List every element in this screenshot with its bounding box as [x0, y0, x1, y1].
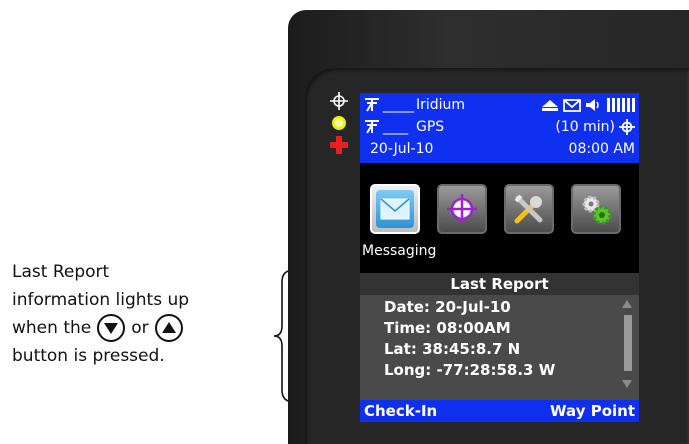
- softkey-bar: Check-In Way Point: [360, 400, 639, 422]
- upload-icon: [542, 100, 558, 111]
- crosshair-indicator-icon: [330, 92, 348, 110]
- tools-button[interactable]: [504, 184, 554, 234]
- speaker-icon: [586, 99, 599, 111]
- annotation-text: Last Report information lights up when t…: [12, 258, 272, 370]
- annotation-line-4: button is pressed.: [12, 346, 165, 366]
- status-time: 08:00 AM: [568, 141, 635, 157]
- antenna-iridium-icon: [365, 98, 379, 112]
- iridium-signal-dashes: _____: [383, 97, 414, 113]
- messaging-button[interactable]: [370, 184, 420, 234]
- last-report-panel: Date: 20-Jul-10 Time: 08:00AM Lat: 38:45…: [360, 295, 639, 400]
- side-indicators: [330, 92, 350, 158]
- mail-icon: [563, 98, 581, 112]
- status-bar: _____ Iridium ____ GPS (10 min) 20-Jul-1…: [360, 93, 639, 163]
- tracking-crosshair-icon: [619, 119, 635, 135]
- settings-button[interactable]: [571, 184, 621, 234]
- report-time: Time: 08:00AM: [384, 319, 511, 337]
- envelope-icon: [380, 198, 410, 220]
- annotation-line-3: when the or: [12, 314, 272, 342]
- annotation-line-2: information lights up: [12, 290, 190, 310]
- status-row-iridium: _____ Iridium: [364, 95, 635, 115]
- report-date: Date: 20-Jul-10: [384, 298, 511, 316]
- annotation-or: or: [131, 318, 149, 338]
- down-arrow-button-icon: [97, 314, 126, 342]
- app-icon-row: [370, 184, 634, 236]
- report-long: Long: -77:28:58.3 W: [384, 361, 556, 379]
- tracking-interval: (10 min): [555, 119, 615, 135]
- annotation-line-1: Last Report: [12, 262, 110, 282]
- power-led-icon: [332, 116, 346, 130]
- check-in-softkey[interactable]: Check-In: [364, 400, 437, 422]
- last-report-title: Last Report: [360, 273, 639, 295]
- scroll-thumb[interactable]: [624, 315, 632, 371]
- iridium-label: Iridium: [416, 97, 466, 113]
- scroll-up-arrow-icon[interactable]: [621, 299, 633, 309]
- status-row-gps: ____ GPS (10 min): [364, 117, 635, 137]
- report-scrollbar[interactable]: [620, 299, 634, 393]
- report-lat: Lat: 38:45:8.7 N: [384, 340, 521, 358]
- gps-signal-dashes: ____: [383, 119, 408, 135]
- gears-icon: [582, 195, 612, 225]
- battery-bars-icon: [607, 98, 635, 112]
- scroll-down-arrow-icon[interactable]: [621, 379, 633, 389]
- annotation-when-the: when the: [12, 318, 92, 338]
- tools-icon: [514, 194, 543, 224]
- crosshair-icon: [447, 194, 477, 224]
- sos-cross-icon: [330, 136, 348, 154]
- status-row-datetime: 20-Jul-10 08:00 AM: [364, 139, 635, 159]
- selected-app-label: Messaging: [362, 243, 437, 259]
- gps-label: GPS: [416, 119, 445, 135]
- way-point-softkey[interactable]: Way Point: [550, 400, 635, 422]
- status-date: 20-Jul-10: [370, 141, 434, 157]
- device-screen: _____ Iridium ____ GPS (10 min) 20-Jul-1…: [360, 93, 639, 422]
- up-arrow-button-icon: [154, 314, 183, 342]
- tracking-button[interactable]: [437, 184, 487, 234]
- antenna-gps-icon: [365, 120, 379, 134]
